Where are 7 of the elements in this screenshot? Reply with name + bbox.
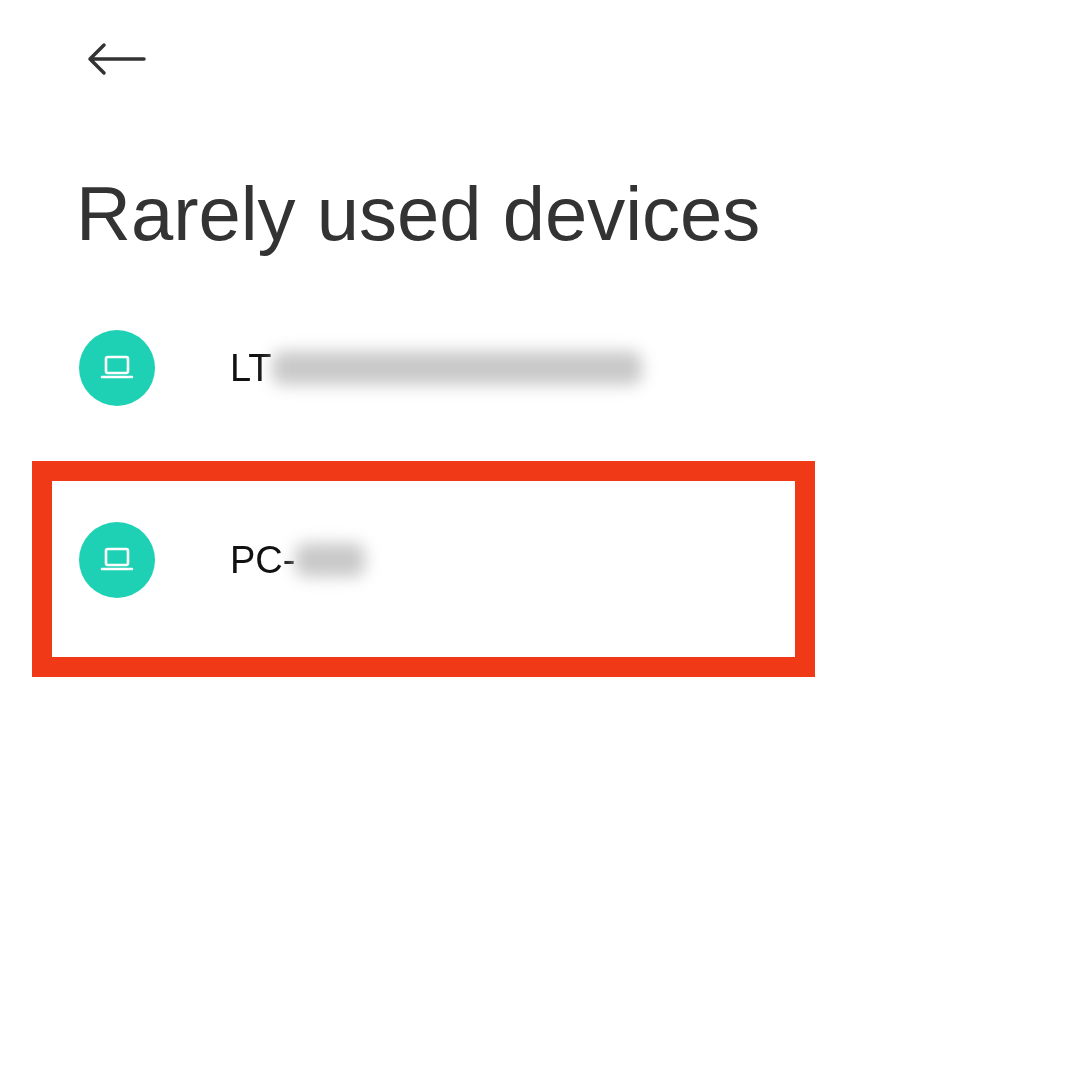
back-button[interactable]	[86, 42, 146, 76]
laptop-icon	[79, 330, 155, 406]
back-arrow-icon	[86, 42, 146, 76]
laptop-icon	[79, 522, 155, 598]
page-title: Rarely used devices	[76, 170, 762, 258]
device-name[interactable]: PC-	[230, 538, 296, 582]
device-name[interactable]: LT	[230, 346, 272, 390]
